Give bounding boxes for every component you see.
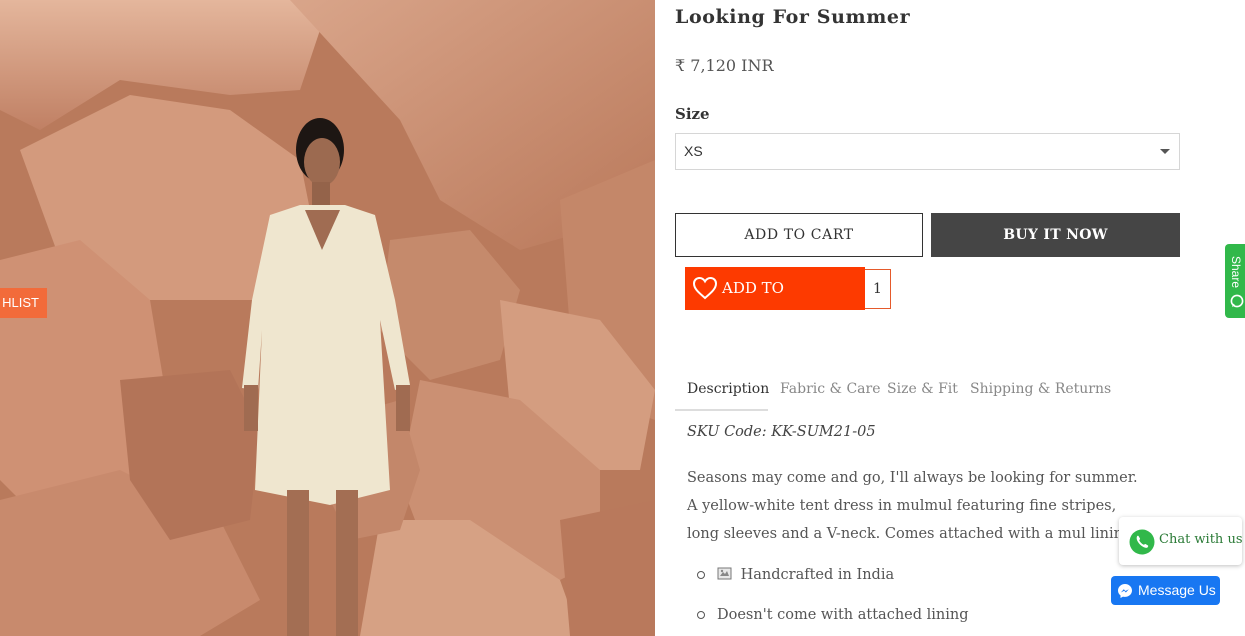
whatsapp-share-tab[interactable]: Share: [1225, 244, 1245, 318]
list-item-text: Handcrafted in India: [740, 567, 895, 583]
tab-size-fit[interactable]: Size & Fit: [887, 381, 958, 397]
add-to-cart-button[interactable]: ADD TO CART: [675, 213, 923, 257]
size-selected-value: XS: [684, 143, 703, 159]
message-label: Message Us: [1138, 582, 1216, 598]
heart-icon: [692, 276, 718, 300]
product-description: Seasons may come and go, I'll always be …: [687, 470, 1138, 542]
tab-description[interactable]: Description: [687, 381, 769, 397]
list-item: Handcrafted in India: [697, 562, 969, 602]
handcraft-icon: [717, 567, 732, 580]
tab-shipping-returns[interactable]: Shipping & Returns: [970, 381, 1111, 397]
size-select[interactable]: XS: [675, 133, 1180, 170]
bullet-icon: [697, 571, 705, 579]
product-title: Looking For Summer: [675, 6, 911, 28]
list-item-text: Doesn't come with attached lining: [717, 607, 969, 623]
whatsapp-icon: [1230, 294, 1244, 308]
tab-fabric-care[interactable]: Fabric & Care: [780, 381, 880, 397]
product-image[interactable]: HLIST: [0, 0, 655, 636]
size-label: Size: [675, 105, 710, 123]
list-item: Doesn't come with attached lining: [697, 602, 969, 636]
wishlist-label: ADD TO WISHLIST: [722, 279, 803, 340]
messenger-icon: [1118, 584, 1132, 598]
whatsapp-icon: [1129, 529, 1155, 555]
chevron-down-icon: [1160, 149, 1170, 154]
bullet-icon: [697, 611, 705, 619]
sku-code: SKU Code: KK-SUM21-05: [687, 424, 876, 440]
wishlist-count: 1: [865, 269, 891, 309]
share-label: Share: [1229, 256, 1243, 289]
product-photo-illustration: [0, 0, 655, 636]
buy-it-now-button[interactable]: BUY IT NOW: [931, 213, 1180, 257]
add-to-wishlist-button[interactable]: ADD TO WISHLIST: [685, 267, 865, 340]
product-price: ₹ 7,120 INR: [675, 56, 774, 75]
active-tab-underline: [675, 409, 768, 411]
photo-wishlist-badge[interactable]: HLIST: [0, 288, 47, 318]
chat-with-us-button[interactable]: Chat with us: [1119, 517, 1242, 565]
chat-label: Chat with us: [1159, 532, 1243, 547]
feature-list: Handcrafted in India Doesn't come with a…: [697, 562, 969, 636]
message-us-button[interactable]: Message Us: [1111, 576, 1220, 605]
